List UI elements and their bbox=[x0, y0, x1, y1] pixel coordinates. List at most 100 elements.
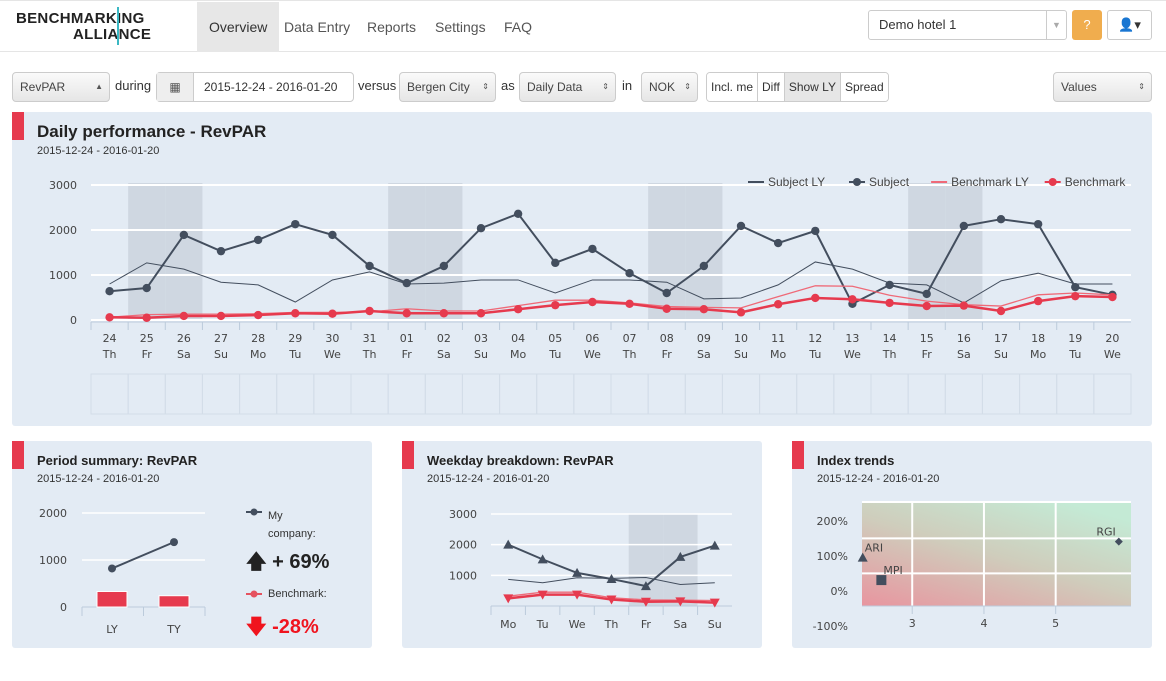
legend-item: Subject LY bbox=[768, 175, 825, 189]
x-weekday-label: Tu bbox=[548, 348, 561, 361]
x-tick-label: 16 bbox=[957, 332, 971, 345]
summary-charts[interactable]: 0 1000 2000 LY TY 1000 2000 3000 Mo Tu We Th Fr Sa Su 3… bbox=[0, 430, 1166, 670]
detail-cell bbox=[610, 373, 649, 415]
detail-cell bbox=[127, 373, 166, 415]
x-weekday-label: Tu bbox=[808, 348, 821, 361]
y-tick-label: 3000 bbox=[449, 508, 477, 521]
x-tick-label: 19 bbox=[1068, 332, 1082, 345]
y-tick-label: 2000 bbox=[39, 507, 67, 520]
data-point bbox=[253, 235, 263, 245]
x-tick-label: 05 bbox=[548, 332, 562, 345]
data-point bbox=[773, 300, 783, 309]
data-point bbox=[291, 219, 300, 229]
data-point bbox=[959, 301, 969, 310]
detail-cell bbox=[573, 373, 612, 415]
data-point bbox=[885, 280, 894, 290]
x-tick-label: 03 bbox=[474, 332, 488, 345]
x-weekday-label: We bbox=[1104, 348, 1121, 361]
legend-item: Subject bbox=[869, 175, 910, 189]
index-point-label: ARI bbox=[865, 542, 883, 555]
data-point bbox=[811, 226, 820, 236]
detail-cell bbox=[313, 373, 352, 415]
data-point bbox=[216, 246, 226, 256]
x-weekday-label: Th bbox=[622, 348, 637, 361]
detail-cell bbox=[796, 373, 835, 415]
x-tick-label: 29 bbox=[288, 332, 302, 345]
detail-cell bbox=[1093, 373, 1132, 415]
data-point bbox=[365, 306, 374, 316]
legend-item: Benchmark bbox=[1065, 175, 1127, 189]
detail-cell bbox=[239, 373, 278, 415]
data-point bbox=[996, 215, 1006, 224]
detail-cell bbox=[164, 373, 203, 415]
x-tick-label: 11 bbox=[771, 332, 785, 345]
y-tick-label: -100% bbox=[813, 620, 848, 633]
detail-cell bbox=[499, 373, 538, 415]
x-tick-label: 31 bbox=[363, 332, 377, 345]
legend-marker bbox=[853, 178, 861, 186]
x-weekday-label: Mo bbox=[770, 348, 786, 361]
data-point bbox=[142, 313, 151, 322]
data-point bbox=[402, 278, 411, 288]
data-point bbox=[439, 261, 449, 271]
y-tick-label: 3000 bbox=[49, 179, 77, 192]
x-tick-label: Mo bbox=[500, 618, 516, 631]
detail-cell bbox=[201, 373, 241, 415]
y-tick-label: 0 bbox=[70, 314, 77, 327]
detail-cell bbox=[981, 373, 1021, 415]
x-tick-label: 17 bbox=[994, 332, 1008, 345]
x-weekday-label: Sa bbox=[697, 348, 711, 361]
data-point bbox=[476, 309, 486, 318]
x-weekday-label: Tu bbox=[288, 348, 301, 361]
x-weekday-label: Fr bbox=[662, 348, 673, 361]
x-tick-label: 14 bbox=[883, 332, 897, 345]
x-weekday-label: Th bbox=[362, 348, 377, 361]
data-point bbox=[848, 295, 857, 304]
x-weekday-label: Sa bbox=[177, 348, 191, 361]
data-point bbox=[736, 308, 746, 317]
y-tick-label: 1000 bbox=[449, 569, 477, 582]
x-weekday-label: Su bbox=[474, 348, 488, 361]
x-tick-label: 4 bbox=[980, 617, 987, 630]
data-point bbox=[922, 289, 931, 299]
x-tick-label: 28 bbox=[251, 332, 265, 345]
x-tick-label: 07 bbox=[623, 332, 637, 345]
detail-cell bbox=[536, 373, 575, 415]
detail-cell bbox=[833, 373, 872, 415]
data-point bbox=[476, 224, 486, 233]
x-weekday-label: Fr bbox=[402, 348, 413, 361]
x-tick-label: Su bbox=[708, 618, 722, 631]
data-point bbox=[1033, 296, 1043, 306]
x-weekday-label: Su bbox=[734, 348, 748, 361]
detail-cell bbox=[350, 373, 389, 415]
detail-cell bbox=[684, 373, 723, 415]
x-weekday-label: Mo bbox=[1030, 348, 1046, 361]
x-tick-label: 30 bbox=[325, 332, 339, 345]
data-point bbox=[885, 298, 894, 308]
x-tick-label: 09 bbox=[697, 332, 711, 345]
daily-chart[interactable]: 0 1000 2000 3000 24 Th 25 Fr 26 Sa 27 Su 28 Mo 29 Tu 30 W… bbox=[0, 0, 1166, 430]
y-tick-label: 2000 bbox=[49, 224, 77, 237]
x-weekday-label: Mo bbox=[510, 348, 526, 361]
x-tick-label: 12 bbox=[808, 332, 822, 345]
data-point bbox=[1033, 219, 1043, 229]
x-tick-label: 25 bbox=[140, 332, 154, 345]
data-point bbox=[179, 311, 189, 321]
index-point-label: RGI bbox=[1096, 526, 1115, 539]
data-point bbox=[105, 287, 114, 296]
detail-cell bbox=[759, 373, 798, 415]
data-point bbox=[588, 244, 597, 254]
y-tick-label: 200% bbox=[817, 515, 848, 528]
legend-marker bbox=[250, 508, 258, 516]
detail-cell bbox=[870, 373, 909, 415]
detail-cell bbox=[944, 373, 983, 415]
x-weekday-label: Sa bbox=[957, 348, 971, 361]
x-tick-label: Sa bbox=[673, 618, 687, 631]
x-tick-label: LY bbox=[106, 623, 118, 636]
x-weekday-label: We bbox=[844, 348, 861, 361]
x-weekday-label: Tu bbox=[1068, 348, 1081, 361]
data-point bbox=[170, 538, 178, 547]
index-plot-area bbox=[862, 502, 1131, 606]
data-point bbox=[699, 305, 709, 314]
data-point bbox=[922, 301, 931, 311]
